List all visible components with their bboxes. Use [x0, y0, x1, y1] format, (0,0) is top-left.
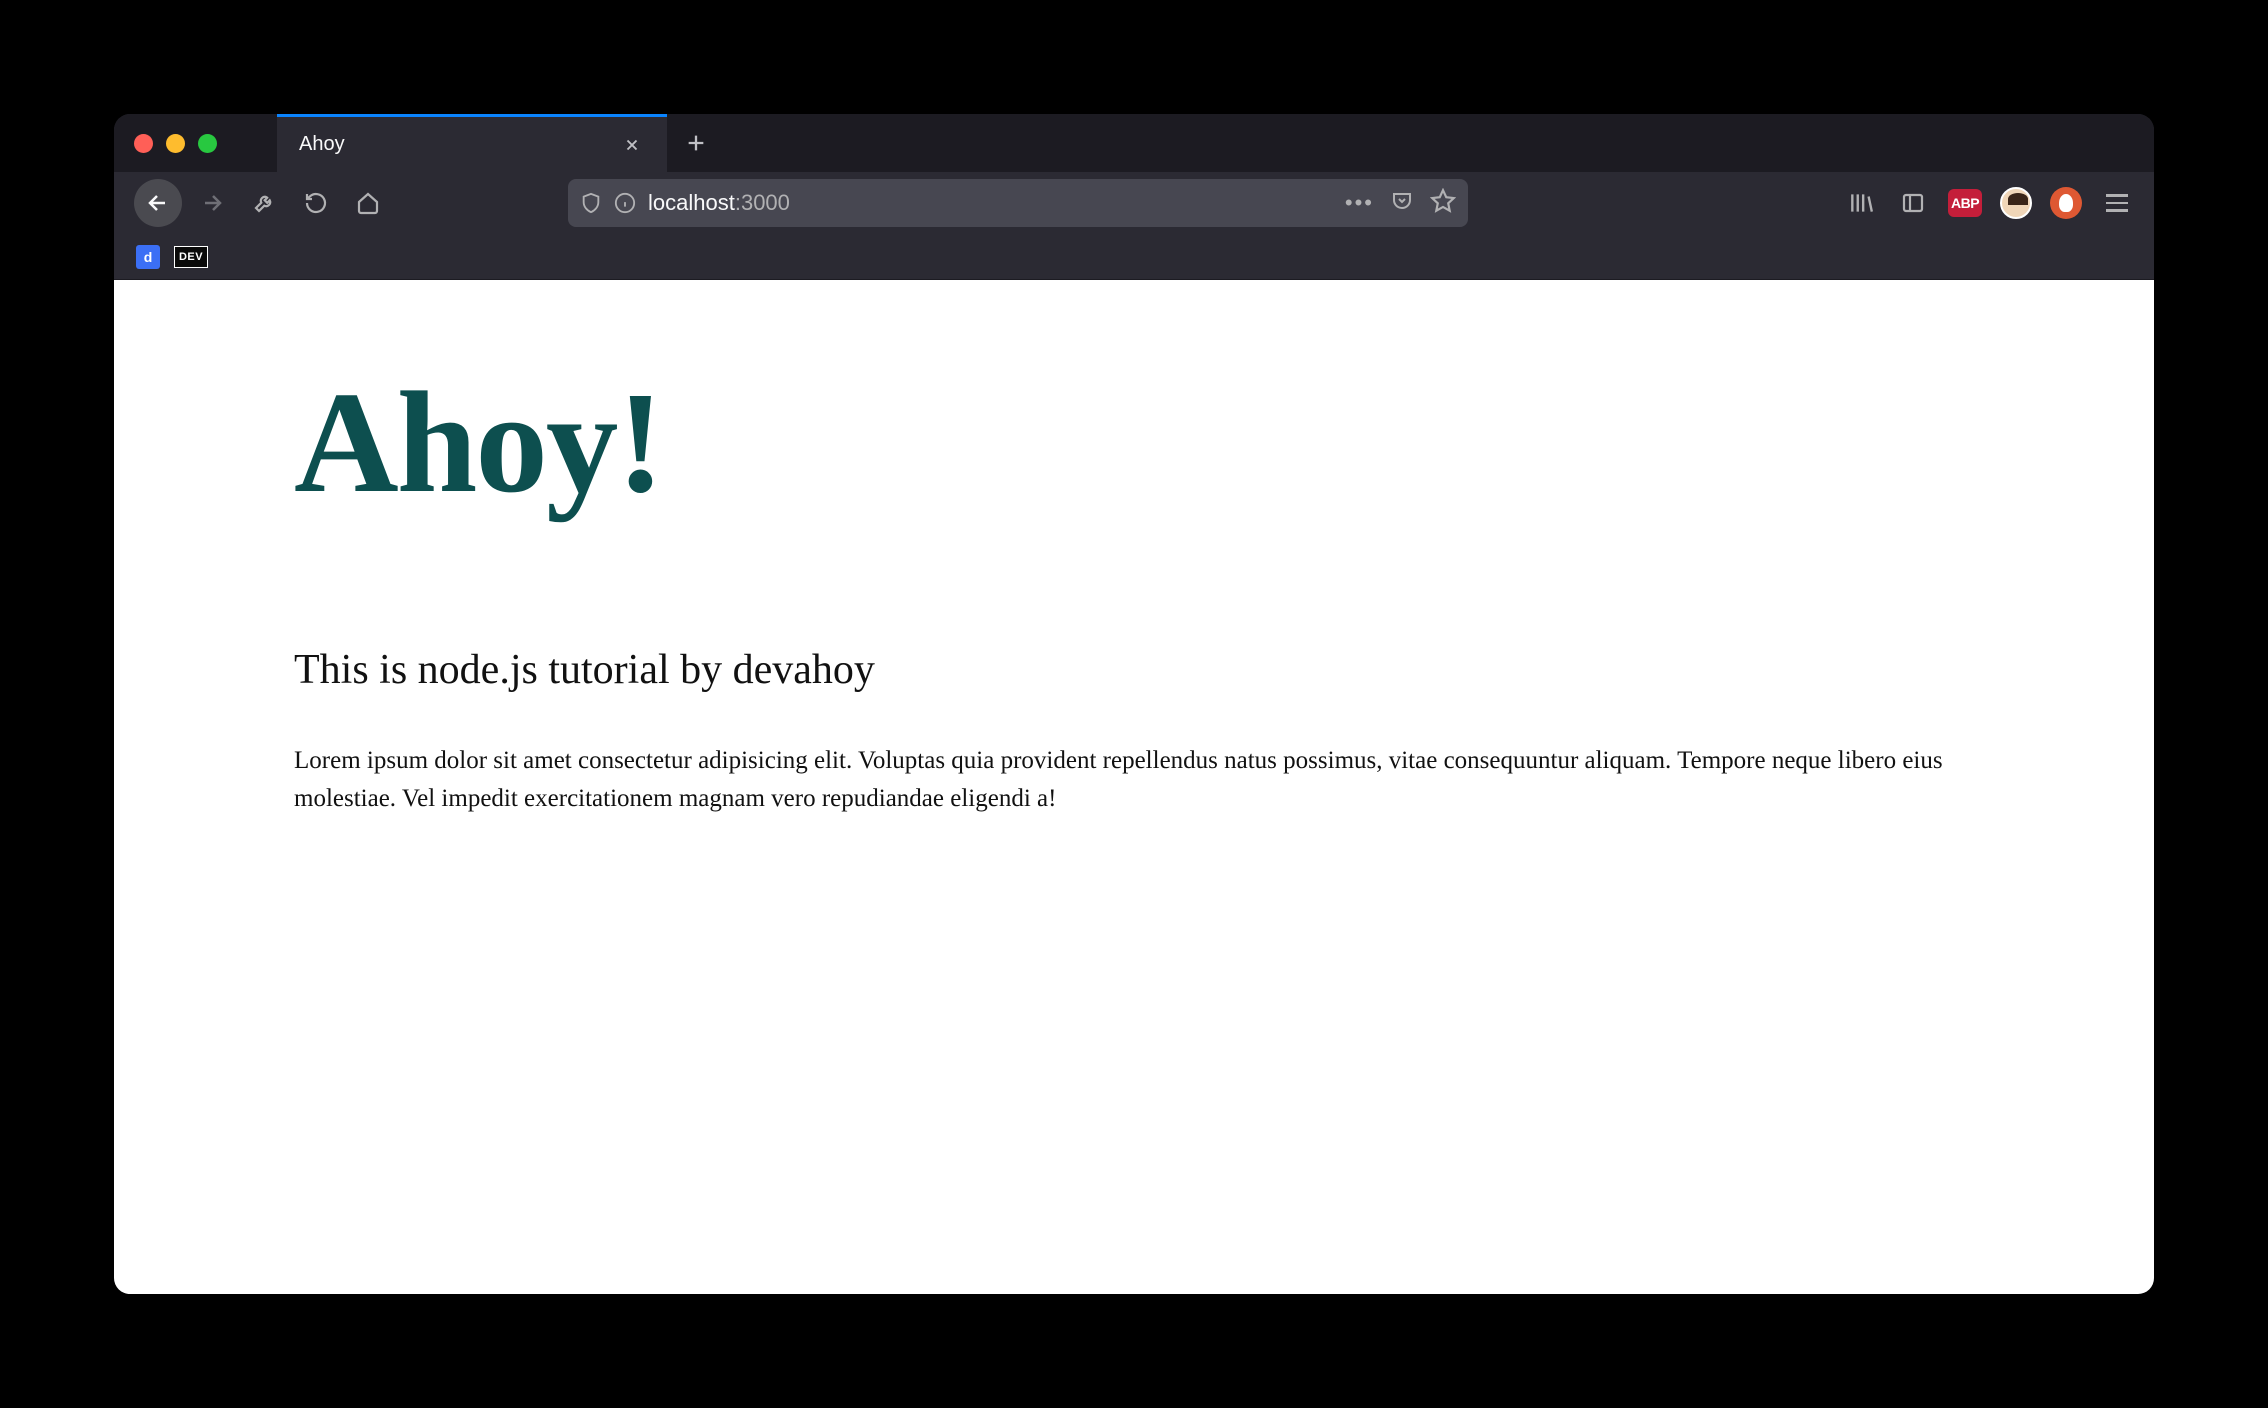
star-icon: [1430, 188, 1456, 214]
url-port: :3000: [735, 190, 790, 215]
adblock-extension-button[interactable]: ABP: [1948, 189, 1982, 217]
url-actions: •••: [1345, 188, 1456, 219]
url-host: localhost: [648, 190, 735, 215]
page-subheading: This is node.js tutorial by devahoy: [294, 646, 1974, 694]
bookmark-button[interactable]: [1430, 188, 1456, 219]
window-controls: [134, 134, 217, 153]
hamburger-icon: [2106, 194, 2128, 197]
reload-button[interactable]: [294, 181, 338, 225]
site-info-button[interactable]: [614, 192, 636, 214]
tab-bar: Ahoy: [114, 114, 2154, 172]
window-close-button[interactable]: [134, 134, 153, 153]
toolbar-right: ABP: [1844, 186, 2134, 220]
shield-icon: [580, 192, 602, 214]
window-minimize-button[interactable]: [166, 134, 185, 153]
library-icon: [1848, 190, 1874, 216]
reader-mode-button[interactable]: [1390, 189, 1414, 218]
plus-icon: [685, 132, 707, 154]
duckduckgo-extension-button[interactable]: [2050, 187, 2082, 219]
sidebar-icon: [1901, 191, 1925, 215]
page-heading: Ahoy!: [294, 360, 1974, 526]
arrow-left-icon: [146, 191, 170, 215]
browser-window: Ahoy: [114, 114, 2154, 1294]
page-actions-button[interactable]: •••: [1345, 190, 1374, 216]
page-content: Ahoy! This is node.js tutorial by devaho…: [114, 280, 2154, 1294]
profile-extension-button[interactable]: [2000, 187, 2032, 219]
bookmark-item-2[interactable]: DEV: [174, 246, 208, 268]
bookmarks-bar: d DEV: [114, 234, 2154, 280]
page-paragraph: Lorem ipsum dolor sit amet consectetur a…: [294, 742, 1944, 817]
dev-tools-button[interactable]: [242, 181, 286, 225]
pocket-icon: [1390, 189, 1414, 213]
new-tab-button[interactable]: [667, 114, 725, 172]
arrow-right-icon: [200, 191, 224, 215]
tab-title: Ahoy: [299, 133, 615, 156]
app-menu-button[interactable]: [2100, 194, 2134, 212]
home-button[interactable]: [346, 181, 390, 225]
browser-tab[interactable]: Ahoy: [277, 114, 667, 172]
forward-button[interactable]: [190, 181, 234, 225]
home-icon: [356, 191, 380, 215]
bookmark-item-1[interactable]: d: [136, 245, 160, 269]
wrench-icon: [252, 191, 276, 215]
tracking-protection-button[interactable]: [580, 192, 602, 214]
sidebar-button[interactable]: [1896, 186, 1930, 220]
url-text: localhost:3000: [648, 190, 1333, 216]
back-button[interactable]: [134, 179, 182, 227]
info-icon: [614, 192, 636, 214]
tab-close-button[interactable]: [615, 132, 649, 158]
address-bar[interactable]: localhost:3000 •••: [568, 179, 1468, 227]
reload-icon: [304, 191, 328, 215]
library-button[interactable]: [1844, 186, 1878, 220]
window-maximize-button[interactable]: [198, 134, 217, 153]
close-icon: [623, 136, 641, 154]
browser-toolbar: localhost:3000 ••• ABP: [114, 172, 2154, 234]
